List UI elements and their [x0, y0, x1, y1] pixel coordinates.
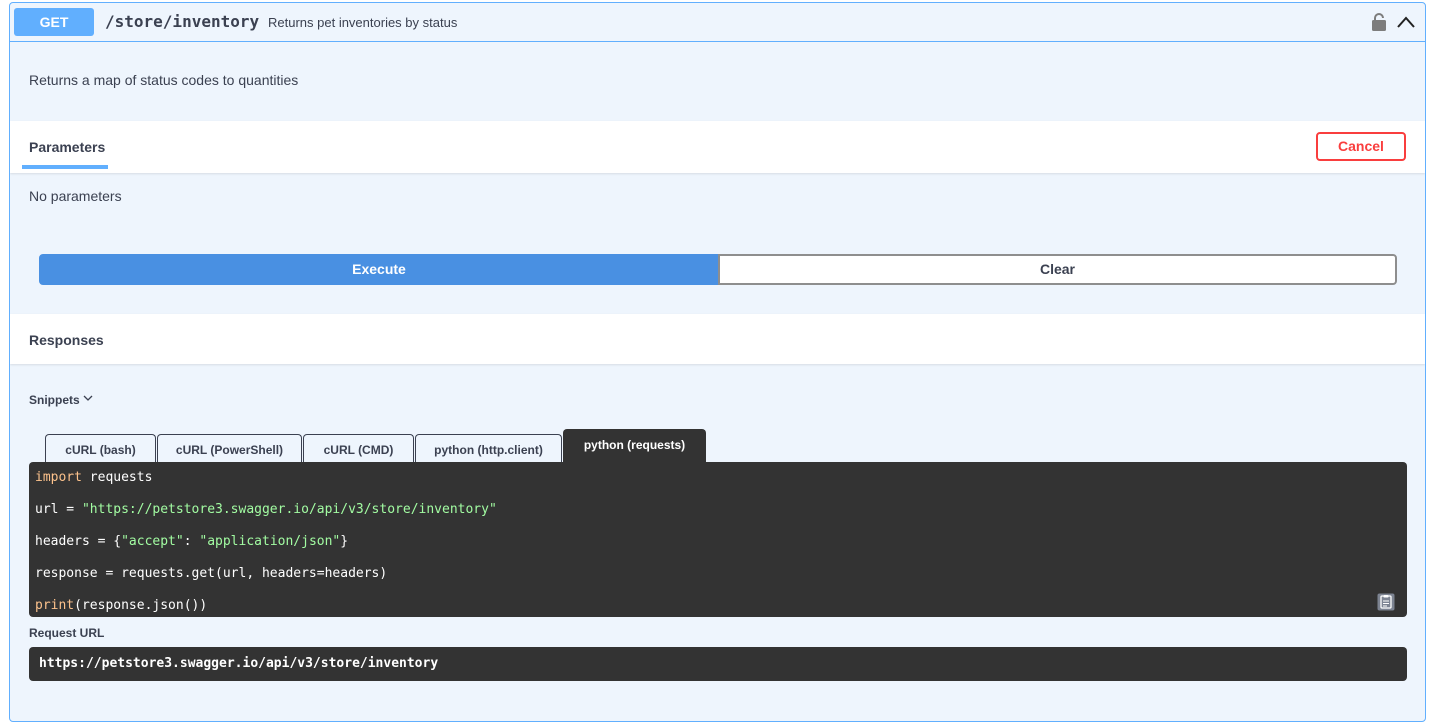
code-line: print(response.json())	[35, 598, 207, 613]
tab-curl-powershell[interactable]: cURL (PowerShell)	[157, 434, 302, 464]
code-string: "https://petstore3.swagger.io/api/v3/sto…	[81, 502, 497, 517]
tab-curl-bash[interactable]: cURL (bash)	[45, 434, 156, 464]
responses-title: Responses	[29, 332, 104, 348]
execute-button[interactable]: Execute	[39, 254, 719, 285]
request-url-label: Request URL	[29, 626, 105, 640]
responses-header: Responses	[10, 314, 1425, 364]
code-line: response = requests.get(url, headers=hea…	[35, 566, 388, 581]
clipboard-icon[interactable]	[1377, 593, 1395, 611]
code-string: "accept"	[121, 534, 184, 549]
snippets-toggle[interactable]: Snippets	[29, 393, 80, 407]
lock-icon[interactable]	[1371, 12, 1387, 32]
code-line: url = "https://petstore3.swagger.io/api/…	[35, 502, 497, 517]
tab-parameters[interactable]: Parameters	[29, 139, 105, 155]
code-text: :	[183, 534, 200, 549]
method-badge: GET	[14, 8, 94, 36]
request-url-box: https://petstore3.swagger.io/api/v3/stor…	[29, 647, 1407, 681]
operation-summary[interactable]: GET /store/inventory Returns pet invento…	[10, 3, 1425, 42]
operation-summary-text: Returns pet inventories by status	[268, 15, 458, 30]
tab-python-http-client[interactable]: python (http.client)	[415, 434, 562, 464]
parameters-header: Parameters Cancel	[10, 121, 1425, 173]
operation-path: /store/inventory	[105, 12, 260, 31]
code-text: url =	[35, 502, 82, 517]
code-keyword: import	[35, 470, 82, 485]
chevron-down-icon[interactable]	[83, 394, 93, 402]
code-snippet: import requests url = "https://petstore3…	[29, 462, 1407, 617]
chevron-up-icon[interactable]	[1396, 14, 1416, 30]
tab-python-requests[interactable]: python (requests)	[563, 429, 706, 464]
request-url-value: https://petstore3.swagger.io/api/v3/stor…	[39, 656, 439, 671]
code-text: }	[340, 534, 349, 549]
code-function: print	[35, 598, 75, 613]
operation-description: Returns a map of status codes to quantit…	[29, 72, 299, 88]
code-line: import requests	[35, 470, 152, 485]
clear-button[interactable]: Clear	[718, 254, 1397, 285]
operation-block: GET /store/inventory Returns pet invento…	[9, 2, 1426, 722]
code-line: headers = {"accept": "application/json"}	[35, 534, 348, 549]
active-tab-indicator	[22, 165, 108, 169]
execute-button-group: Execute Clear	[39, 254, 1397, 285]
code-string: "application/json"	[199, 534, 341, 549]
code-text: headers = {	[35, 534, 122, 549]
code-text: requests	[81, 470, 153, 485]
no-parameters-text: No parameters	[29, 188, 122, 204]
tab-curl-cmd[interactable]: cURL (CMD)	[303, 434, 414, 464]
code-text: (response.json())	[74, 598, 208, 613]
cancel-button[interactable]: Cancel	[1316, 132, 1406, 161]
